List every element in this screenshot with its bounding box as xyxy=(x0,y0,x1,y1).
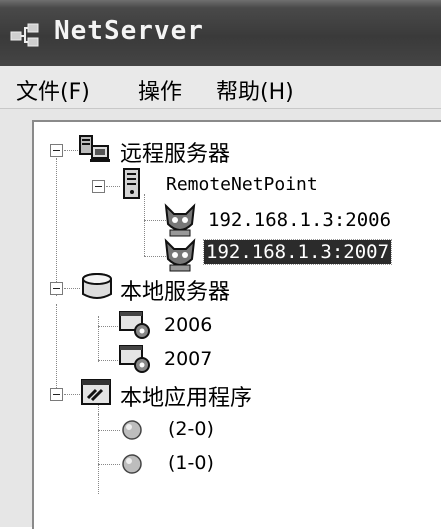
collapse-toggle[interactable] xyxy=(92,180,105,193)
tree-item-app[interactable]: (1-0) xyxy=(168,452,214,474)
server-tower-icon xyxy=(123,168,140,199)
tree-connector xyxy=(64,150,78,151)
tree-item-local-port[interactable]: 2007 xyxy=(164,348,212,370)
remote-servers-icon xyxy=(79,135,110,162)
tree-connector xyxy=(64,288,80,289)
collapse-toggle[interactable] xyxy=(50,282,63,295)
tree-connector xyxy=(98,414,99,494)
tree-item-local-port[interactable]: 2006 xyxy=(164,314,212,336)
tree-connector xyxy=(98,326,118,327)
local-servers-icon xyxy=(82,273,112,299)
tree-view[interactable]: 远程服务器 RemoteNetPoint 192.168.1.3:2006 19… xyxy=(32,120,441,529)
collapse-toggle[interactable] xyxy=(50,144,63,157)
tree-connector xyxy=(64,394,80,395)
tree-connector xyxy=(106,186,120,187)
tree-connector xyxy=(98,360,118,361)
tree-item-local-apps[interactable]: 本地应用程序 xyxy=(120,380,252,412)
mascot-icon xyxy=(164,238,196,272)
mascot-icon xyxy=(164,203,196,237)
menu-operate[interactable]: 操作 xyxy=(138,74,182,106)
tree-connector xyxy=(56,158,57,296)
local-apps-icon xyxy=(81,379,111,405)
tree-connector xyxy=(98,316,99,362)
tree-connector xyxy=(56,304,57,394)
collapse-toggle[interactable] xyxy=(50,388,63,401)
tree-item-remote-endpoint-selected[interactable]: 192.168.1.3:2007 xyxy=(202,239,393,265)
tree-item-app[interactable]: (2-0) xyxy=(168,418,214,440)
tree-item-remote-servers[interactable]: 远程服务器 xyxy=(120,136,230,168)
menu-bar: 文件(F) 操作 帮助(H) xyxy=(0,66,441,109)
app-status-dot-icon xyxy=(122,420,142,440)
app-status-dot-icon xyxy=(122,454,142,474)
window-title: NetServer xyxy=(54,16,204,46)
tree-item-local-servers[interactable]: 本地服务器 xyxy=(120,274,230,306)
service-gear-icon xyxy=(119,311,150,339)
tree-connector xyxy=(144,194,145,256)
tree-connector xyxy=(98,464,120,465)
title-bar[interactable]: NetServer xyxy=(0,0,441,66)
service-gear-icon xyxy=(119,345,150,373)
tree-connector xyxy=(98,430,120,431)
tree-item-remote-net-point[interactable]: RemoteNetPoint xyxy=(166,174,318,195)
menu-file[interactable]: 文件(F) xyxy=(16,74,90,106)
tree-item-remote-endpoint[interactable]: 192.168.1.3:2006 xyxy=(206,208,393,232)
network-app-icon xyxy=(10,23,39,47)
menu-help[interactable]: 帮助(H) xyxy=(216,74,294,106)
